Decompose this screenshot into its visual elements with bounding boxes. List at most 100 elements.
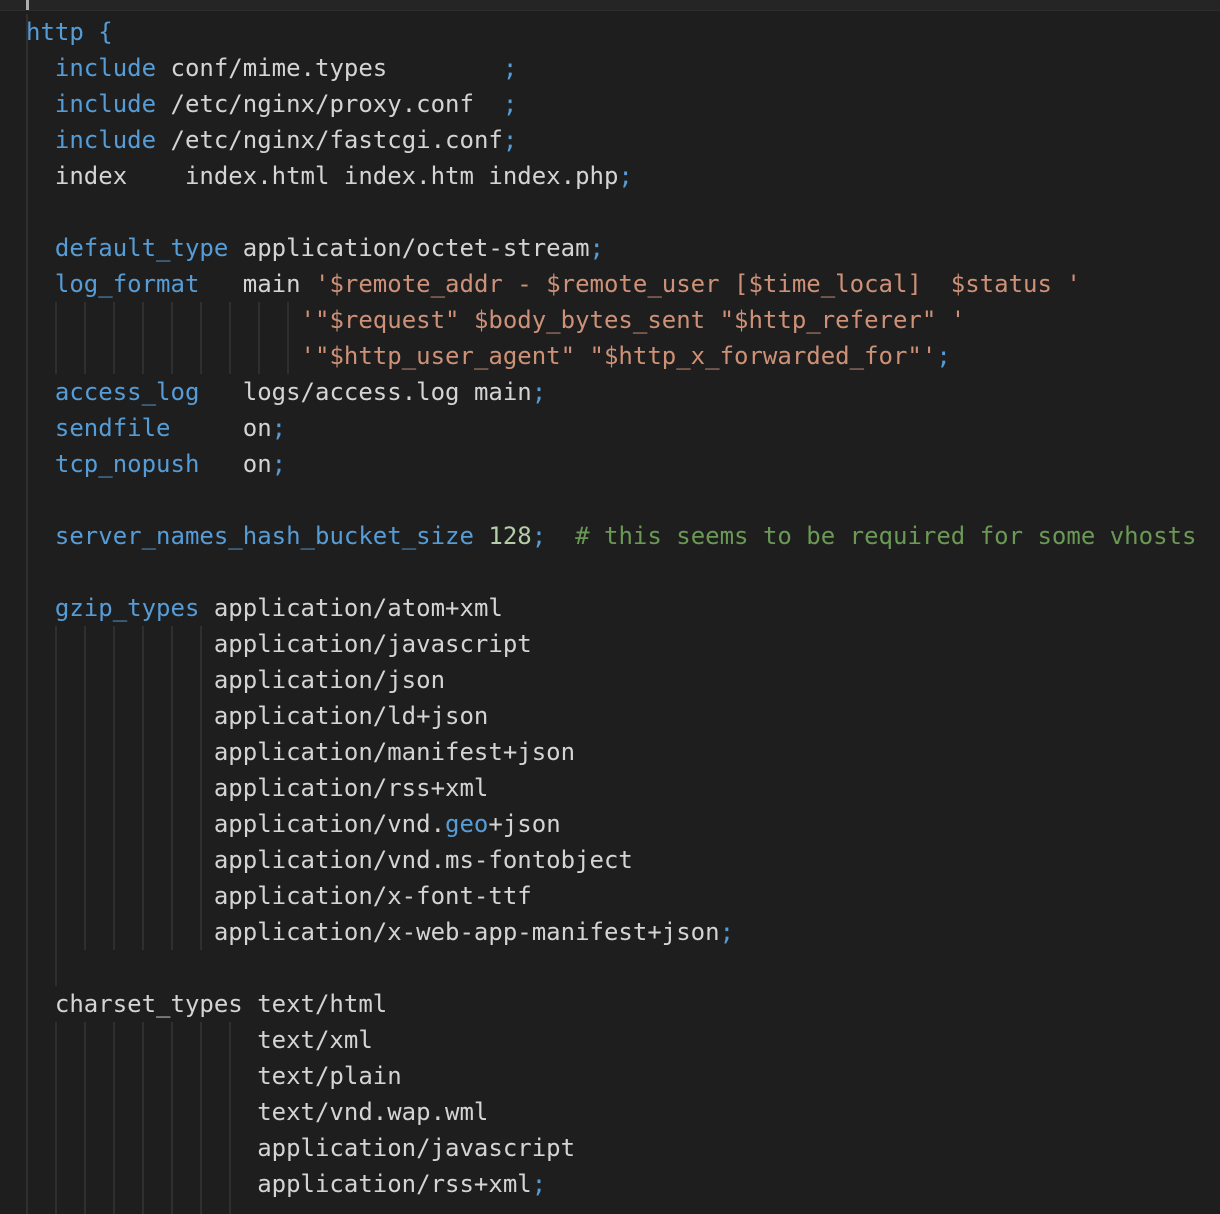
code-token: main xyxy=(199,270,315,298)
code-token: logs/access.log main xyxy=(199,378,532,406)
code-line[interactable]: application/ld+json xyxy=(26,698,1196,734)
code-token: on xyxy=(199,450,272,478)
code-line[interactable]: sendfile on; xyxy=(26,410,1196,446)
code-token: default_type xyxy=(54,234,229,262)
code-token: '"$http_user_agent" "$http_x_forwarded_f… xyxy=(300,342,937,370)
code-line[interactable]: application/javascript xyxy=(26,1130,1196,1166)
code-token: ; xyxy=(502,54,518,82)
code-line[interactable]: '"$request" $body_bytes_sent "$http_refe… xyxy=(26,302,1196,338)
code-token: '"$request" $body_bytes_sent "$http_refe… xyxy=(300,306,966,334)
code-token: ; xyxy=(618,162,633,190)
code-token: +json xyxy=(488,810,561,838)
code-line[interactable]: application/rss+xml; xyxy=(26,1166,1196,1202)
code-token: application/vnd.ms-fontobject xyxy=(26,846,633,874)
code-line[interactable]: include conf/mime.types ; xyxy=(26,50,1196,86)
code-line[interactable]: text/xml xyxy=(26,1022,1196,1058)
code-token: tcp_nopush xyxy=(54,450,200,478)
code-editor[interactable]: http { include conf/mime.types ; include… xyxy=(0,0,1220,1214)
code-line[interactable] xyxy=(26,950,1196,986)
code-token: log_format xyxy=(54,270,200,298)
code-token: text/vnd.wap.wml xyxy=(26,1098,489,1126)
code-line[interactable] xyxy=(26,194,1196,230)
code-token: conf/mime.types xyxy=(156,54,503,82)
code-token: application/rss+xml xyxy=(26,774,489,802)
code-token: ; xyxy=(719,918,735,946)
code-line[interactable] xyxy=(26,482,1196,518)
code-token: ; xyxy=(502,90,518,118)
code-token: 128 xyxy=(488,522,532,550)
code-line[interactable]: text/plain xyxy=(26,1058,1196,1094)
code-token: ; xyxy=(531,378,547,406)
code-token: application/octet-stream xyxy=(228,234,590,262)
code-token: application/vnd. xyxy=(26,810,446,838)
code-line[interactable]: charset_types text/html xyxy=(26,986,1196,1022)
code-line[interactable]: application/rss+xml xyxy=(26,770,1196,806)
code-line[interactable]: default_type application/octet-stream; xyxy=(26,230,1196,266)
code-token: { xyxy=(83,18,113,46)
code-line[interactable]: application/vnd.geo+json xyxy=(26,806,1196,842)
code-token: index index.html index.htm index.php xyxy=(26,162,619,190)
code-line[interactable]: server_names_hash_bucket_size 128; # thi… xyxy=(26,518,1197,554)
code-token: /etc/nginx/fastcgi.conf xyxy=(156,126,503,154)
code-line[interactable]: application/x-font-ttf xyxy=(26,878,1196,914)
code-line[interactable]: include /etc/nginx/fastcgi.conf; xyxy=(26,122,1196,158)
code-token: ; xyxy=(936,342,951,370)
code-line[interactable]: text/vnd.wap.wml xyxy=(26,1094,1196,1130)
code-token: text/plain xyxy=(26,1062,402,1090)
code-line[interactable] xyxy=(26,554,1196,590)
code-line[interactable]: http { xyxy=(26,14,1196,50)
code-line[interactable]: include /etc/nginx/proxy.conf ; xyxy=(26,86,1196,122)
code-token: '$remote_addr - $remote_user [$time_loca… xyxy=(315,270,1081,298)
code-token: ; xyxy=(271,450,287,478)
code-token: ; xyxy=(531,1170,547,1198)
code-token: on xyxy=(170,414,272,442)
code-token: text/xml xyxy=(26,1026,373,1054)
code-token: charset_types text/html xyxy=(26,990,388,1018)
code-line[interactable]: index index.html index.htm index.php; xyxy=(26,158,1196,194)
code-token: application/javascript xyxy=(26,1134,576,1162)
code-token: application/x-web-app-manifest+json xyxy=(26,918,720,946)
code-line[interactable]: application/x-web-app-manifest+json; xyxy=(26,914,1196,950)
code-token: include xyxy=(54,54,157,82)
code-token: access_log xyxy=(54,378,200,406)
code-line[interactable]: application/manifest+json xyxy=(26,734,1196,770)
code-content[interactable]: http { include conf/mime.types ; include… xyxy=(26,14,1196,1202)
code-token: application/javascript xyxy=(26,630,532,658)
code-line[interactable]: tcp_nopush on; xyxy=(26,446,1196,482)
code-line[interactable]: application/javascript xyxy=(26,626,1196,662)
code-line[interactable]: access_log logs/access.log main; xyxy=(26,374,1196,410)
code-token: application/rss+xml xyxy=(26,1170,532,1198)
code-token: application/ld+json xyxy=(26,702,489,730)
code-token: gzip_types xyxy=(54,594,200,622)
code-token: include xyxy=(54,126,157,154)
code-token: ; xyxy=(271,414,287,442)
code-token: geo xyxy=(445,810,489,838)
code-token: ; xyxy=(502,126,518,154)
code-token: application/json xyxy=(26,666,446,694)
code-token: application/manifest+json xyxy=(26,738,576,766)
code-token: include xyxy=(54,90,157,118)
code-token: # this seems to be required for some vho… xyxy=(575,522,1197,550)
code-token: application/x-font-ttf xyxy=(26,882,532,910)
code-line[interactable]: gzip_types application/atom+xml xyxy=(26,590,1196,626)
code-line[interactable]: '"$http_user_agent" "$http_x_forwarded_f… xyxy=(26,338,1196,374)
code-line[interactable]: log_format main '$remote_addr - $remote_… xyxy=(26,266,1196,302)
code-token: /etc/nginx/proxy.conf xyxy=(156,90,503,118)
code-token: http xyxy=(26,18,84,46)
code-token: ; xyxy=(589,234,604,262)
code-token: ; xyxy=(531,522,547,550)
code-line[interactable]: application/json xyxy=(26,662,1196,698)
code-token: sendfile xyxy=(54,414,171,442)
code-line[interactable]: application/vnd.ms-fontobject xyxy=(26,842,1196,878)
